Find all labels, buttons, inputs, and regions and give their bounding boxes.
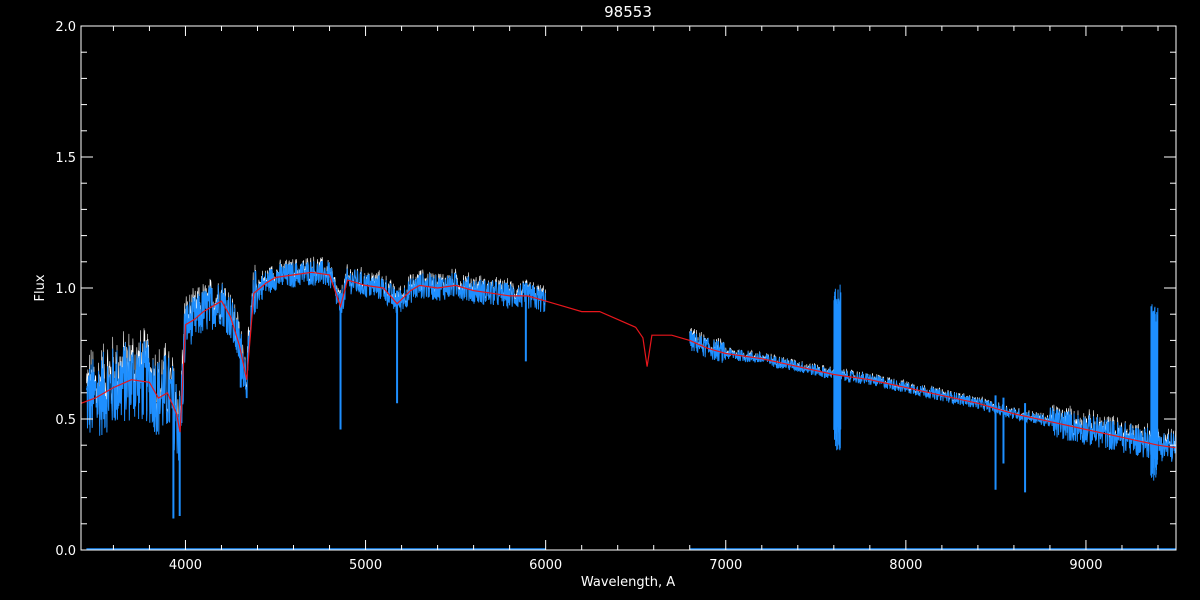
y-tick-label: 2.0 (55, 20, 76, 35)
x-tick-label: 8000 (889, 558, 922, 573)
x-axis-label: Wavelength, A (581, 575, 675, 590)
noise-feature-0 (833, 284, 842, 451)
x-tick-label: 9000 (1069, 558, 1102, 573)
chart-title: 98553 (604, 3, 652, 21)
x-tick-label: 6000 (529, 558, 562, 573)
y-tick-label: 0.0 (55, 544, 76, 559)
y-tick-label: 1.5 (55, 151, 76, 166)
x-tick-label: 5000 (349, 558, 382, 573)
noise-feature-1 (1150, 304, 1159, 481)
y-tick-label: 0.5 (55, 413, 76, 428)
y-axis-label: Flux (33, 274, 48, 301)
y-tick-label: 1.0 (55, 282, 76, 297)
spectrum-chart: 98553 4000 5000 6000 7000 8000 9000 0.0 0.5 1.0 1… (0, 0, 1200, 600)
x-tick-label: 4000 (169, 558, 202, 573)
x-tick-label: 7000 (709, 558, 742, 573)
